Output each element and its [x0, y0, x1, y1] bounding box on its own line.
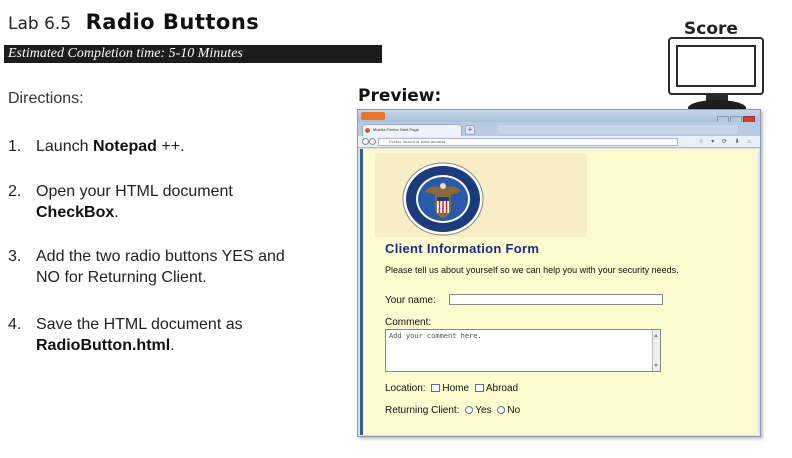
tab-start-page[interactable]: Mozilla Firefox Start Page	[362, 124, 462, 136]
step-text: Add the two radio buttons YES and NO for…	[36, 246, 306, 288]
form-description: Please tell us about yourself so we can …	[385, 265, 679, 275]
preview-label: Preview:	[358, 86, 442, 106]
comment-label: Comment:	[385, 317, 432, 328]
firefox-icon	[365, 128, 370, 133]
completion-time-text: Estimated Completion time: 5-10 Minutes	[8, 46, 243, 61]
step-text-bold: CheckBox	[36, 204, 115, 221]
back-icon[interactable]	[362, 138, 369, 145]
no-radio[interactable]	[497, 406, 506, 414]
home-checkbox[interactable]	[431, 384, 441, 392]
location-row: Location: Home Abroad	[385, 383, 518, 394]
step-text: Launch Notepad ++.	[36, 136, 306, 157]
score-monitor-icon	[668, 37, 764, 95]
step-text-plain: Save the HTML document as	[36, 316, 243, 333]
nav-bar: Firefox Search or enter address ☆ ▾ ⟳ ⬇ …	[358, 136, 760, 148]
step-number: 1.	[8, 138, 22, 155]
step-text: Save the HTML document as RadioButton.ht…	[36, 314, 306, 356]
step-text: Open your HTML document CheckBox.	[36, 181, 306, 223]
firefox-menu-button[interactable]	[361, 112, 385, 120]
step-text-plain: Launch	[36, 138, 93, 155]
step-number: 3.	[8, 248, 22, 265]
comment-placeholder: Add your comment here.	[389, 332, 482, 340]
directions-label: Directions:	[8, 90, 84, 107]
abroad-option-label: Abroad	[485, 383, 519, 394]
lab-heading: Lab 6.5 Radio Buttons	[8, 10, 259, 34]
lab-number: Lab 6.5	[8, 14, 72, 34]
step-text-end: ++.	[156, 138, 185, 155]
new-tab-button[interactable]: +	[465, 125, 475, 135]
agency-seal-logo	[402, 162, 484, 236]
home-option-label: Home	[442, 383, 470, 394]
returning-client-label: Returning Client:	[385, 405, 460, 416]
comment-scrollbar[interactable]	[652, 330, 660, 371]
step-text-bold: RadioButton.html	[36, 337, 171, 354]
tab-label: Mozilla Firefox Start Page	[373, 127, 419, 132]
no-option-label: No	[507, 405, 521, 416]
window-controls	[716, 111, 758, 124]
address-bar[interactable]: Firefox Search or enter address	[378, 138, 678, 146]
step-number: 2.	[8, 183, 22, 200]
background-tabs[interactable]	[498, 125, 738, 134]
abroad-checkbox[interactable]	[474, 384, 484, 392]
step-text-end: .	[114, 204, 119, 221]
step-text-end: .	[170, 337, 175, 354]
score-label: Score	[684, 19, 738, 39]
page-content: Client Information Form Please tell us a…	[360, 149, 758, 435]
step-number: 4.	[8, 316, 22, 333]
forward-icon[interactable]	[369, 138, 376, 145]
toolbar-icons[interactable]: ☆ ▾ ⟳ ⬇ ⌂	[698, 138, 754, 145]
step-text-plain: Open your HTML document	[36, 183, 233, 200]
lab-title: Radio Buttons	[85, 10, 260, 34]
yes-option-label: Yes	[475, 405, 492, 416]
step-text-bold: Notepad	[92, 138, 157, 155]
form-title: Client Information Form	[385, 241, 540, 256]
yes-radio[interactable]	[465, 406, 474, 414]
name-input[interactable]	[449, 294, 663, 305]
name-label: Your name:	[385, 295, 436, 306]
browser-preview: Mozilla Firefox Start Page + Firefox Sea…	[357, 109, 761, 437]
comment-textarea[interactable]: Add your comment here.	[385, 329, 661, 372]
location-label: Location:	[385, 383, 426, 394]
completion-time-bar: Estimated Completion time: 5-10 Minutes	[4, 45, 382, 63]
logo-banner	[375, 153, 587, 237]
tab-strip: Mozilla Firefox Start Page +	[358, 122, 760, 136]
returning-client-row: Returning Client: Yes No	[385, 405, 520, 416]
browser-titlebar	[358, 110, 760, 124]
step-text-plain: Add the two radio buttons YES and NO for…	[36, 248, 285, 286]
monitor-screen	[676, 45, 756, 87]
